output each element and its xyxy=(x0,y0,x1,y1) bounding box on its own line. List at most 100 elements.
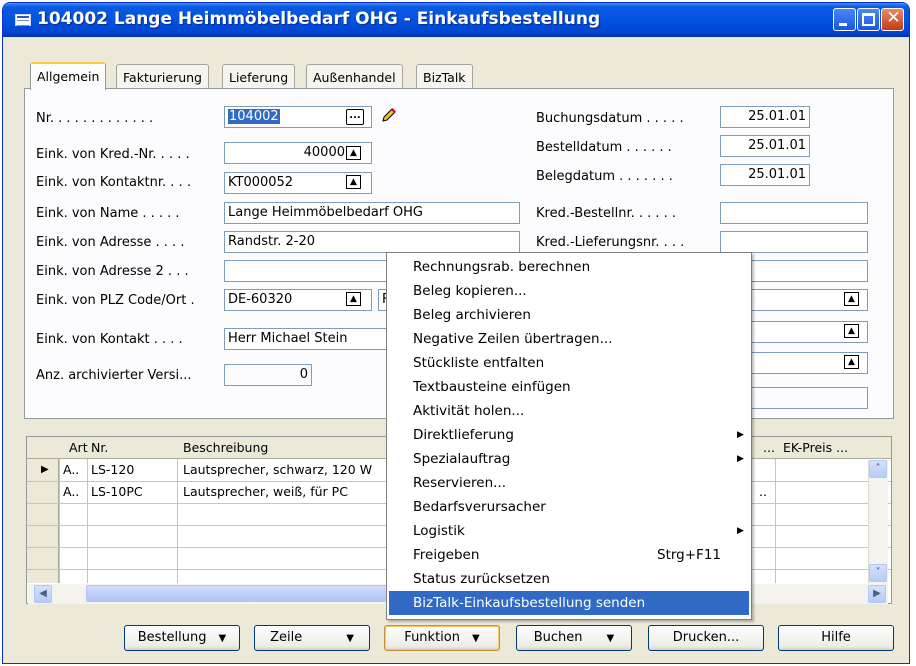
menu-item-spezialauftrag-label: Spezialauftrag xyxy=(413,451,511,467)
tab-lieferung[interactable]: Lieferung xyxy=(222,64,296,88)
form-icon xyxy=(15,14,31,26)
plz-lookup-icon[interactable]: ▲ xyxy=(346,292,361,306)
buchen-button[interactable]: Buchen ▼ xyxy=(516,625,632,651)
menu-item-negative-zeilen[interactable]: Negative Zeilen übertragen... xyxy=(389,327,749,351)
label-kred-bestellnr: Kred.-Bestellnr. . . . . . xyxy=(536,206,677,221)
label-plz-ort: Eink. von PLZ Code/Ort . xyxy=(36,293,195,308)
label-belegdatum: Belegdatum . . . . . . . xyxy=(536,169,673,184)
vertical-scrollbar[interactable]: ˄ ˅ xyxy=(868,460,888,584)
drucken-button[interactable]: Drucken... xyxy=(648,625,764,651)
submenu-arrow-icon: ▶ xyxy=(737,526,744,536)
scroll-down-icon[interactable]: ˅ xyxy=(869,564,887,582)
menu-item-biztalk-senden[interactable]: BizTalk-Einkaufsbestellung senden xyxy=(389,591,749,615)
menu-item-freigeben-label: Freigeben xyxy=(413,547,480,563)
table-row-1-desc[interactable]: Lautsprecher, schwarz, 120 W xyxy=(183,461,403,479)
col-header-beschreibung[interactable]: Beschreibung xyxy=(183,440,268,455)
window-title: 104002 Lange Heimmöbelbedarf OHG - Einka… xyxy=(37,9,601,29)
kred-nr-lookup-icon[interactable]: ▲ xyxy=(346,146,361,160)
horizontal-scroll-thumb[interactable] xyxy=(86,585,416,602)
kontaktnr-lookup-icon[interactable]: ▲ xyxy=(346,175,361,189)
col-header-partial[interactable]: ... xyxy=(763,440,775,455)
menu-item-bedarfsverursacher[interactable]: Bedarfsverursacher xyxy=(389,495,749,519)
current-row-pointer-icon: ▶ xyxy=(41,464,49,475)
buchen-label: Buchen xyxy=(533,630,583,645)
table-row-2-art[interactable]: A.. xyxy=(63,483,79,501)
label-nr: Nr. . . . . . . . . . . . . xyxy=(36,111,154,126)
kred-bestellnr-field[interactable] xyxy=(720,202,868,224)
menu-item-direktlieferung-label: Direktlieferung xyxy=(413,427,514,443)
lookup-button[interactable]: ... xyxy=(346,109,364,125)
label-kontaktnr: Eink. von Kontaktnr. . . . xyxy=(36,175,191,190)
adresse-field[interactable]: Randstr. 2-20 xyxy=(224,231,520,253)
zeile-label: Zeile xyxy=(270,630,303,645)
close-button[interactable]: ✕ xyxy=(881,8,904,31)
menu-item-logistik[interactable]: Logistik ▶ xyxy=(389,519,749,543)
menu-item-beleg-kopieren[interactable]: Beleg kopieren... xyxy=(389,279,749,303)
nr-value: 104002 xyxy=(228,109,280,124)
dropdown-arrow-icon: ▼ xyxy=(606,633,615,644)
submenu-arrow-icon: ▶ xyxy=(737,430,744,440)
zeile-button[interactable]: Zeile ▼ xyxy=(254,625,370,651)
label-kred-nr: Eink. von Kred.-Nr. . . . . xyxy=(36,147,190,162)
minimize-button[interactable] xyxy=(833,8,856,31)
right-lookup-icon-3[interactable]: ▲ xyxy=(844,355,859,369)
label-buchungsdatum: Buchungsdatum . . . . . xyxy=(536,111,684,126)
tab-allgemein[interactable]: Allgemein xyxy=(30,62,107,90)
col-header-ek-preis[interactable]: EK-Preis ... xyxy=(783,440,848,455)
menu-item-direktlieferung[interactable]: Direktlieferung ▶ xyxy=(389,423,749,447)
label-adresse-2: Eink. von Adresse 2 . . . xyxy=(36,264,189,279)
maximize-button[interactable] xyxy=(857,8,880,31)
bestelldatum-field[interactable]: 25.01.01 xyxy=(720,135,810,157)
kred-lieferungsnr-field[interactable] xyxy=(720,231,868,253)
tab-biztalk[interactable]: BizTalk xyxy=(416,64,473,88)
menu-item-freigeben[interactable]: Freigeben Strg+F11 xyxy=(389,543,749,567)
col-header-nr[interactable]: Nr. xyxy=(91,440,108,455)
menu-item-beleg-archivieren[interactable]: Beleg archivieren xyxy=(389,303,749,327)
table-row-2-nr[interactable]: LS-10PC xyxy=(91,483,143,501)
menu-item-reservieren[interactable]: Reservieren... xyxy=(389,471,749,495)
hilfe-button[interactable]: Hilfe xyxy=(778,625,894,651)
menu-item-aktivitaet[interactable]: Aktivität holen... xyxy=(389,399,749,423)
maximize-icon xyxy=(862,13,875,26)
dropdown-arrow-icon: ▼ xyxy=(218,633,227,644)
name-field[interactable]: Lange Heimmöbelbedarf OHG xyxy=(224,202,520,224)
tab-fakturierung[interactable]: Fakturierung xyxy=(116,64,209,88)
funktion-button[interactable]: Funktion ▼ xyxy=(384,625,500,651)
table-row-2-desc[interactable]: Lautsprecher, weiß, für PC xyxy=(183,483,348,501)
funktion-menu: Rechnungsrab. berechnen Beleg kopieren..… xyxy=(386,252,752,620)
buchungsdatum-field[interactable]: 25.01.01 xyxy=(720,106,810,128)
dropdown-arrow-icon: ▼ xyxy=(471,633,480,644)
menu-item-logistik-label: Logistik xyxy=(413,523,465,539)
label-bestelldatum: Bestelldatum . . . . . . xyxy=(536,140,672,155)
funktion-label: Funktion xyxy=(404,630,460,645)
table-row-1-nr[interactable]: LS-120 xyxy=(91,461,134,479)
label-kontakt: Eink. von Kontakt . . . . xyxy=(36,332,183,347)
close-icon: ✕ xyxy=(886,8,901,28)
label-adresse: Eink. von Adresse . . . . xyxy=(36,235,185,250)
archiv-versionen-field: 0 xyxy=(224,364,312,386)
bestellung-label: Bestellung xyxy=(137,630,207,645)
right-lookup-icon-1[interactable]: ▲ xyxy=(844,292,859,306)
bestellung-button[interactable]: Bestellung ▼ xyxy=(124,625,240,651)
scroll-right-icon[interactable]: ▶ xyxy=(868,585,886,603)
minimize-icon xyxy=(839,23,847,26)
scroll-up-icon[interactable]: ˄ xyxy=(869,460,887,478)
dropdown-arrow-icon: ▼ xyxy=(346,633,354,644)
menu-item-stueckliste[interactable]: Stückliste entfalten xyxy=(389,351,749,375)
belegdatum-field[interactable]: 25.01.01 xyxy=(720,164,810,186)
label-kred-lieferungsnr: Kred.-Lieferungsnr. . . . xyxy=(536,235,685,250)
scroll-left-icon[interactable]: ◀ xyxy=(34,585,52,603)
title-bar[interactable]: 104002 Lange Heimmöbelbedarf OHG - Einka… xyxy=(3,3,909,37)
menu-item-status-zuruecksetzen[interactable]: Status zurücksetzen xyxy=(389,567,749,591)
table-row-2-extra[interactable]: .. xyxy=(759,483,767,501)
col-header-art[interactable]: Art xyxy=(69,440,88,455)
menu-item-spezialauftrag[interactable]: Spezialauftrag ▶ xyxy=(389,447,749,471)
submenu-arrow-icon: ▶ xyxy=(737,454,744,464)
right-lookup-icon-2[interactable]: ▲ xyxy=(844,324,859,338)
menu-item-rechnungsrab[interactable]: Rechnungsrab. berechnen xyxy=(389,255,749,279)
edit-pencil-icon[interactable] xyxy=(380,106,398,124)
tab-aussenhandel[interactable]: Außenhandel xyxy=(306,64,403,88)
table-row-1-art[interactable]: A.. xyxy=(63,461,79,479)
label-archiv-versionen: Anz. archivierter Versi... xyxy=(36,368,192,383)
menu-item-textbausteine[interactable]: Textbausteine einfügen xyxy=(389,375,749,399)
